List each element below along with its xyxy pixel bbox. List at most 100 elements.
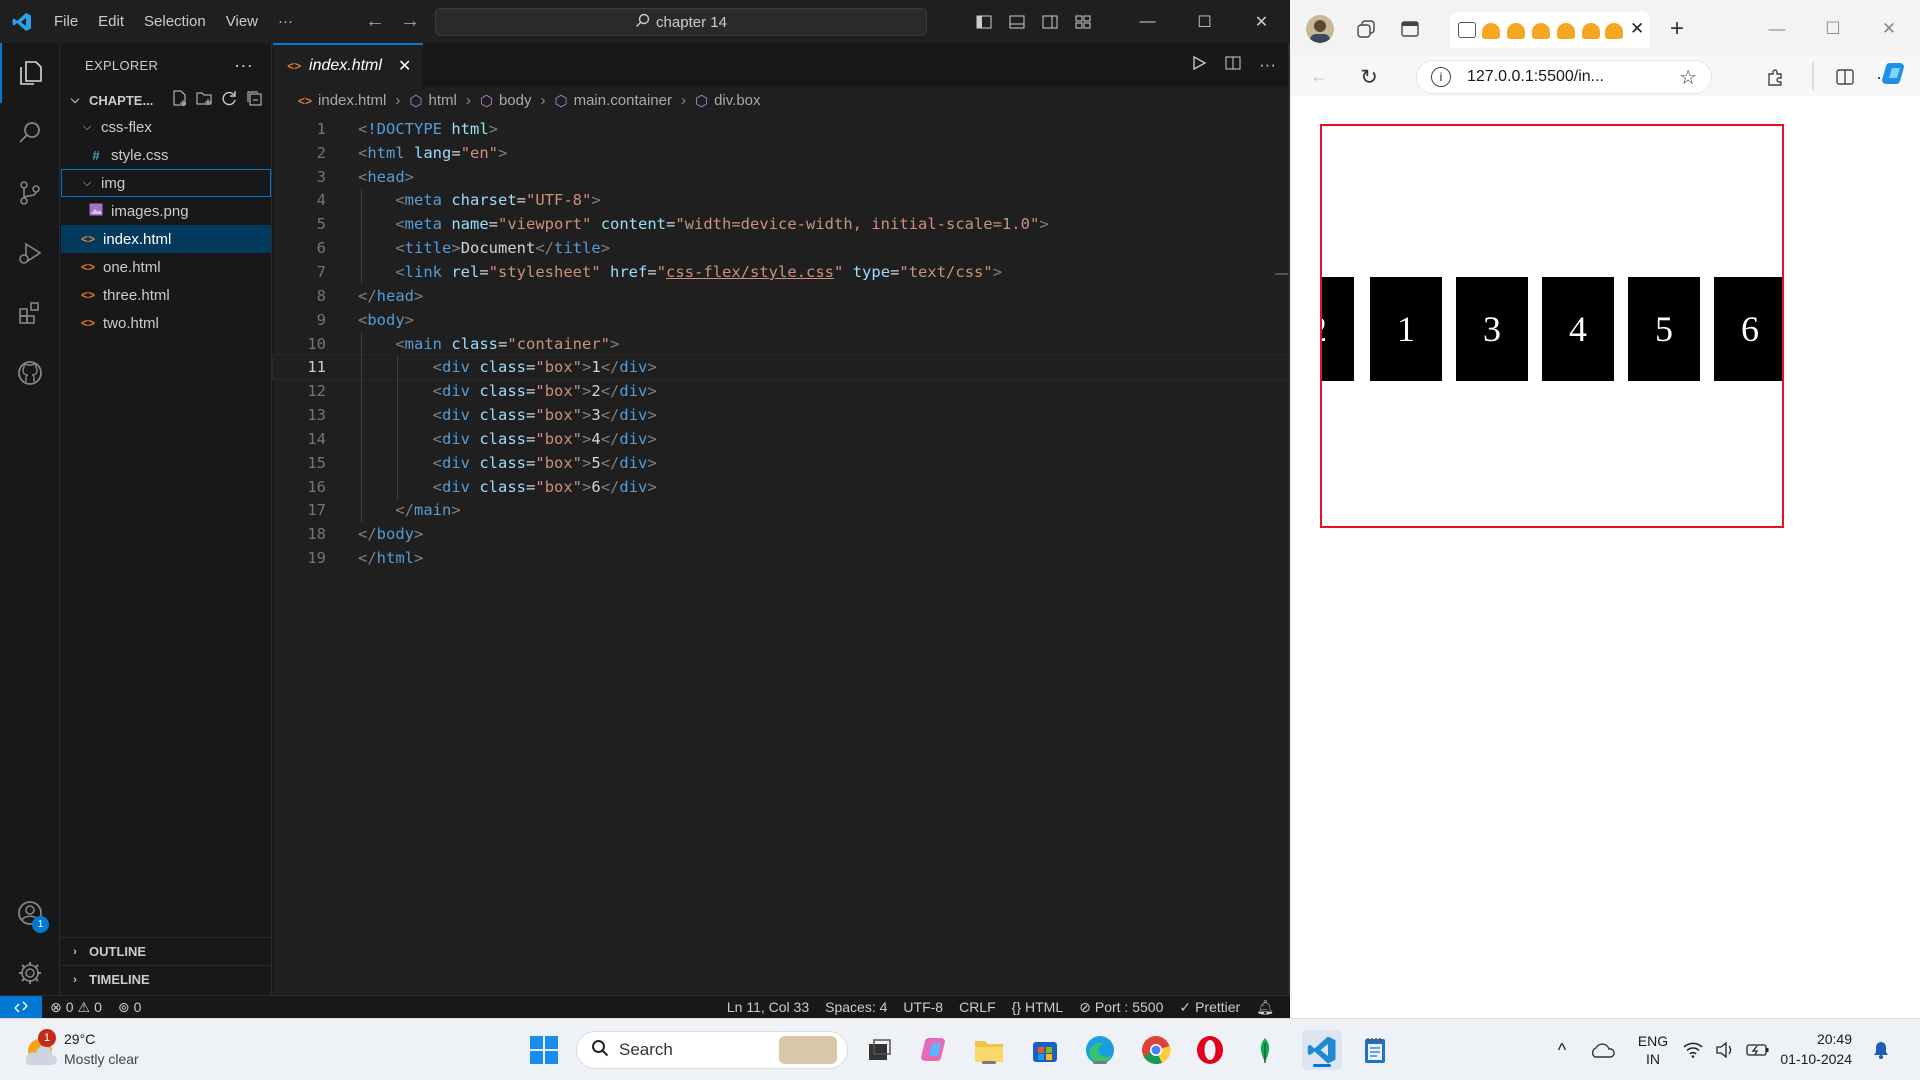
- command-center[interactable]: chapter 14: [435, 8, 927, 36]
- close-tab-icon[interactable]: ✕: [1630, 19, 1644, 39]
- weather-desc[interactable]: Mostly clear: [64, 1051, 139, 1067]
- minimize-button[interactable]: —: [1762, 14, 1792, 44]
- code-line[interactable]: 15 <div class="box">5</div>: [273, 451, 1288, 475]
- encoding[interactable]: UTF-8: [895, 999, 951, 1015]
- end-of-line[interactable]: CRLF: [951, 999, 1004, 1015]
- code-line[interactable]: 16 <div class="box">6</div>: [273, 475, 1288, 499]
- notification-bell-icon[interactable]: [1868, 1033, 1894, 1067]
- maximize-button[interactable]: ☐: [1176, 0, 1233, 43]
- breadcrumb-item[interactable]: body: [499, 92, 532, 109]
- code-line[interactable]: 6 <title>Document</title>: [273, 236, 1288, 260]
- chrome-icon[interactable]: [1139, 1033, 1173, 1067]
- source-control-icon[interactable]: [0, 163, 60, 223]
- collapse-all-icon[interactable]: [246, 90, 263, 110]
- breadcrumb-item[interactable]: main.container: [574, 92, 672, 109]
- close-button[interactable]: ✕: [1233, 0, 1290, 43]
- tree-file-index-html[interactable]: <> index.html: [61, 225, 271, 253]
- extensions-icon[interactable]: [1762, 64, 1788, 90]
- toggle-primary-sidebar-icon[interactable]: [967, 0, 1000, 43]
- editor-more-icon[interactable]: ···: [1259, 55, 1276, 75]
- show-hidden-icons[interactable]: ^: [1545, 1033, 1579, 1067]
- menu-view[interactable]: View: [216, 0, 268, 43]
- code-editor[interactable]: 1 <!DOCTYPE html> 2 <html lang="en"> 3 <head>…: [272, 117, 1289, 570]
- code-line[interactable]: 11 <div class="box">1</div>: [272, 354, 1289, 381]
- github-icon[interactable]: [0, 343, 60, 403]
- volume-icon[interactable]: [1712, 1033, 1738, 1067]
- start-windows-icon[interactable]: [527, 1033, 561, 1067]
- wifi-icon[interactable]: [1680, 1033, 1706, 1067]
- extensions-icon[interactable]: [0, 283, 60, 343]
- weather-widget-icon[interactable]: 1: [22, 1029, 60, 1069]
- code-line[interactable]: 9 <body>: [273, 308, 1288, 332]
- vscode-taskbar-icon[interactable]: [1302, 1030, 1342, 1070]
- code-line[interactable]: 5 <meta name="viewport" content="width=d…: [273, 212, 1288, 236]
- code-line[interactable]: 19 </html>: [273, 546, 1288, 570]
- breadcrumb-item[interactable]: index.html: [318, 92, 386, 109]
- code-line[interactable]: 4 <meta charset="UTF-8">: [273, 189, 1288, 213]
- vertical-tabs-icon[interactable]: [1398, 17, 1422, 41]
- customize-layout-icon[interactable]: [1066, 0, 1099, 43]
- tab-favicon-icon[interactable]: [1582, 23, 1600, 39]
- language-indicator[interactable]: ENG IN: [1636, 1033, 1670, 1067]
- tree-file-one-html[interactable]: <> one.html: [61, 253, 271, 281]
- code-line[interactable]: 8 </head>: [273, 284, 1288, 308]
- back-arrow-icon[interactable]: ←: [360, 10, 390, 33]
- address-bar[interactable]: i 127.0.0.1:5500/in... ☆: [1416, 60, 1712, 94]
- breadcrumb-item[interactable]: html: [429, 92, 457, 109]
- mongodb-compass-icon[interactable]: [1248, 1033, 1282, 1067]
- microsoft-store-icon[interactable]: [1028, 1033, 1062, 1067]
- code-line[interactable]: 13 <div class="box">3</div>: [273, 403, 1288, 427]
- forward-arrow-icon[interactable]: →: [395, 10, 425, 33]
- menu-more[interactable]: ···: [268, 0, 303, 43]
- tab-favicon-icon[interactable]: [1482, 23, 1500, 39]
- site-info-icon[interactable]: i: [1431, 67, 1451, 87]
- menu-edit[interactable]: Edit: [88, 0, 134, 43]
- explorer-icon[interactable]: [0, 43, 60, 103]
- tab-favicon-icon[interactable]: [1557, 23, 1575, 39]
- profile-avatar[interactable]: [1306, 15, 1334, 43]
- file-explorer-icon[interactable]: [972, 1033, 1006, 1067]
- code-line[interactable]: 18 </body>: [273, 522, 1288, 546]
- tab-favicon-icon[interactable]: [1507, 23, 1525, 39]
- refresh-icon[interactable]: [221, 90, 238, 110]
- search-icon[interactable]: [0, 103, 60, 163]
- weather-temp[interactable]: 29°C: [64, 1031, 95, 1047]
- explorer-more-icon[interactable]: ···: [234, 55, 253, 76]
- cursor-position[interactable]: Ln 11, Col 33: [719, 999, 817, 1015]
- close-window-button[interactable]: ✕: [1874, 14, 1904, 44]
- tree-file-style-css[interactable]: # style.css: [61, 141, 271, 169]
- breadcrumb-item[interactable]: div.box: [714, 92, 760, 109]
- task-view-icon[interactable]: [862, 1033, 896, 1067]
- menu-file[interactable]: File: [44, 0, 88, 43]
- tab-favicon-icon[interactable]: [1532, 23, 1550, 39]
- split-screen-icon[interactable]: [1832, 64, 1858, 90]
- outline-section[interactable]: › OUTLINE: [61, 937, 271, 965]
- run-debug-icon[interactable]: [0, 223, 60, 283]
- onedrive-icon[interactable]: [1586, 1033, 1620, 1067]
- copilot-icon[interactable]: [1880, 58, 1910, 88]
- notepad-icon[interactable]: [1358, 1033, 1392, 1067]
- problems-indicator[interactable]: ⊗ 0 ⚠ 0: [42, 999, 110, 1016]
- taskbar-search[interactable]: Search: [576, 1031, 848, 1069]
- copilot-app-icon[interactable]: [918, 1033, 952, 1067]
- refresh-icon[interactable]: ↻: [1356, 64, 1382, 90]
- maximize-button[interactable]: ☐: [1818, 14, 1848, 44]
- remote-icon[interactable]: [0, 995, 42, 1019]
- code-line[interactable]: 17 </main>: [273, 499, 1288, 523]
- tree-file-three-html[interactable]: <> three.html: [61, 281, 271, 309]
- code-line[interactable]: 7 <link rel="stylesheet" href="css-flex/…: [273, 260, 1288, 284]
- new-tab-icon[interactable]: +: [1662, 14, 1692, 44]
- browser-tab-group[interactable]: ✕: [1450, 12, 1650, 48]
- new-folder-icon[interactable]: [196, 90, 213, 110]
- tree-folder-css-flex[interactable]: ⌵ css-flex: [61, 113, 271, 141]
- code-line[interactable]: 10 <main class="container">: [273, 332, 1288, 356]
- code-line[interactable]: 1 <!DOCTYPE html>: [273, 117, 1288, 141]
- code-line[interactable]: 14 <div class="box">4</div>: [273, 427, 1288, 451]
- notifications-bell-icon[interactable]: 🔔︎: [1248, 999, 1282, 1016]
- ports-indicator[interactable]: ⊚ 0: [110, 999, 150, 1016]
- favorite-star-icon[interactable]: ☆: [1679, 65, 1697, 90]
- tree-file-images-png[interactable]: images.png: [61, 197, 271, 225]
- menu-selection[interactable]: Selection: [134, 0, 216, 43]
- battery-icon[interactable]: [1744, 1033, 1772, 1067]
- toggle-panel-icon[interactable]: [1000, 0, 1033, 43]
